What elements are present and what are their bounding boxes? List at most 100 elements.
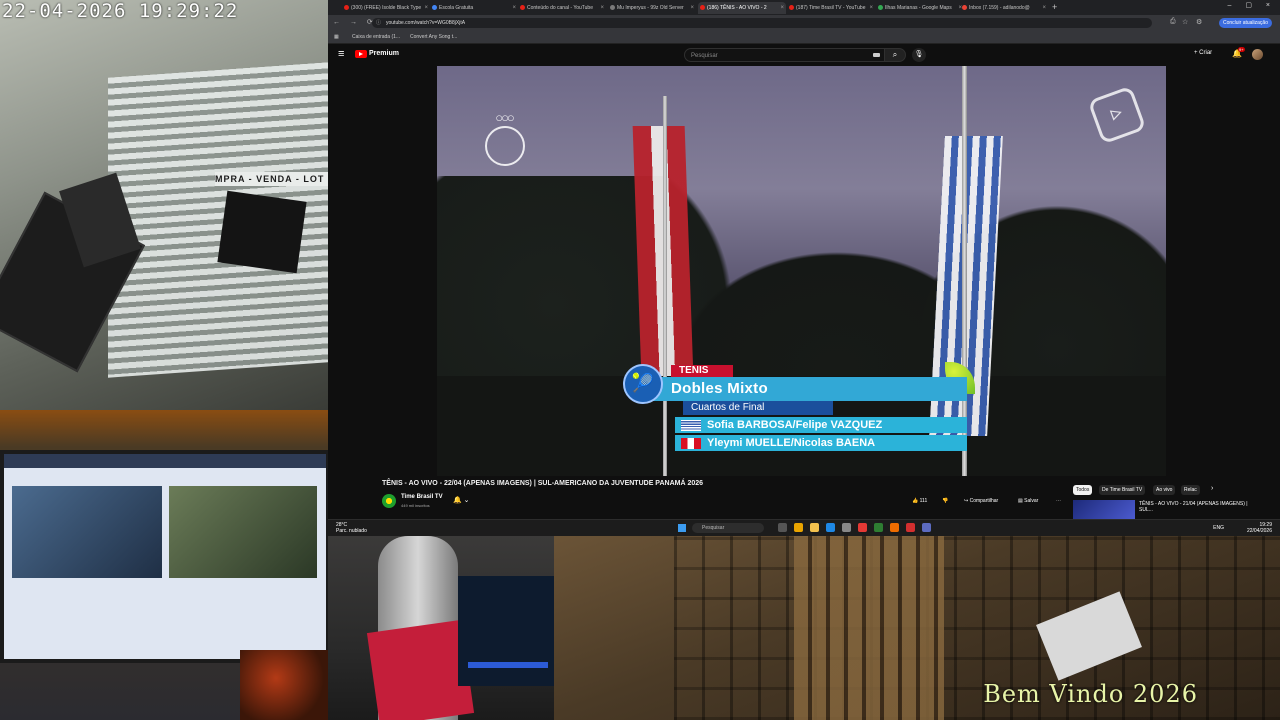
app-icon[interactable] xyxy=(874,523,883,532)
new-tab-icon[interactable]: + xyxy=(1050,2,1064,14)
browser-tab[interactable]: Conteúdo do canal - YouTube × xyxy=(518,2,606,14)
share-button[interactable]: ↪ Compartilhar xyxy=(964,495,998,508)
like-button[interactable]: 👍 111 xyxy=(912,495,927,508)
nav-buttons[interactable]: ← → ⟳ xyxy=(333,18,377,26)
close-tab-icon[interactable]: × xyxy=(512,2,516,14)
close-tab-icon[interactable]: × xyxy=(780,2,784,14)
browser-tab[interactable]: Ilhas Marianas - Google Maps × xyxy=(876,2,964,14)
opera-icon[interactable] xyxy=(858,523,867,532)
favicon-icon xyxy=(432,5,437,10)
weather-desc: Parc. nublado xyxy=(336,528,367,534)
store-icon[interactable] xyxy=(842,523,851,532)
webcam-monitor-feed xyxy=(0,410,328,720)
save-label: Salvar xyxy=(1024,498,1039,504)
app-icon[interactable] xyxy=(922,523,931,532)
channel-name[interactable]: Time Brasil TV xyxy=(401,494,443,500)
monitor-video-left xyxy=(12,486,162,578)
search-input[interactable]: Pesquisar xyxy=(684,48,894,62)
filter-chip[interactable]: Todos xyxy=(1073,485,1093,495)
channel-avatar[interactable] xyxy=(382,494,396,508)
vlc-icon[interactable] xyxy=(890,523,899,532)
close-tab-icon[interactable]: × xyxy=(869,2,873,14)
tab-label: (187) Time Brasil TV - YouTube xyxy=(796,5,866,11)
close-tab-icon[interactable]: × xyxy=(424,2,428,14)
subscribe-bell-icon[interactable]: 🔔 ⌄ xyxy=(453,496,470,504)
plant xyxy=(240,650,328,720)
browser-tab-active[interactable]: (186) TÊNIS - AO VIVO - 2 × xyxy=(698,2,786,14)
tab-label: Escola Gratuita xyxy=(439,5,474,11)
system-clock[interactable]: 19:29 22/04/2026 xyxy=(1247,522,1272,534)
youtube-favicon-icon xyxy=(789,5,794,10)
recommended-title[interactable]: TÊNIS - AO VIVO - 21/04 (APENAS IMAGENS)… xyxy=(1139,501,1259,513)
language-indicator[interactable]: ENG xyxy=(1213,525,1224,531)
bookmark-star-icon[interactable]: ☆ xyxy=(1182,18,1188,26)
app-icon[interactable] xyxy=(906,523,915,532)
chrome-icon[interactable] xyxy=(794,523,803,532)
address-bar-row: ← → ⟳ youtube.com/watch?v=WG0B8jXjtA ⎙ ☆… xyxy=(328,15,1280,31)
like-count: 111 xyxy=(919,498,928,504)
recommendation-filters: Todos De Time Brasil TV Ao vivo Relac › xyxy=(1073,485,1223,496)
close-tab-icon[interactable]: × xyxy=(600,2,604,14)
file-explorer-icon[interactable] xyxy=(810,523,819,532)
filter-chip[interactable]: De Time Brasil TV xyxy=(1099,485,1146,495)
youtube-favicon-icon xyxy=(520,5,525,10)
filter-chip[interactable]: Relac xyxy=(1181,485,1200,495)
avatar[interactable] xyxy=(1252,49,1263,60)
save-button[interactable]: ▤ Salvar xyxy=(1018,495,1038,508)
cast-icon[interactable]: ⎙ xyxy=(1170,18,1176,26)
search-button[interactable]: ⌕ xyxy=(884,48,906,62)
browser-tab[interactable]: (300) (FREE) Isolde Black Type × xyxy=(342,2,430,14)
taskbar-search[interactable]: Pesquisar xyxy=(692,523,764,533)
browser-tab[interactable]: Mu Imperyus - 99z Old Server × xyxy=(608,2,696,14)
mic-icon[interactable]: 🎙 xyxy=(912,48,926,62)
create-label: Criar xyxy=(1199,50,1213,56)
url-field[interactable]: youtube.com/watch?v=WG0B8jXjtA xyxy=(372,18,1152,28)
browser-tab[interactable]: Escola Gratuita × xyxy=(430,2,518,14)
subscriber-count: 449 mil inscritos xyxy=(401,503,430,508)
youtube-header: ≡ Premium Pesquisar ⌕ 🎙 + Criar 🔔 9+ xyxy=(328,44,1280,66)
window-controls[interactable]: – ▢ × xyxy=(1228,1,1276,9)
task-view-icon[interactable] xyxy=(778,523,787,532)
tab-label: (186) TÊNIS - AO VIVO - 2 xyxy=(707,5,767,11)
monitor-video-right xyxy=(169,486,317,578)
secondary-monitor xyxy=(0,450,328,663)
extensions-icon[interactable]: ⚙ xyxy=(1196,18,1202,26)
bookmark-item[interactable]: Caixa de entrada (1... xyxy=(352,32,400,42)
update-button[interactable]: Concluir atualização xyxy=(1218,18,1272,28)
browser-tab[interactable]: (187) Time Brasil TV - YouTube × xyxy=(787,2,875,14)
close-tab-icon[interactable]: × xyxy=(690,2,694,14)
more-options-icon[interactable]: ⋯ xyxy=(1056,495,1061,508)
browser-tab[interactable]: Inbox (7.159) - adilanodo@ × xyxy=(960,2,1048,14)
video-player[interactable]: ○○○ ▷ 🎾 TENIS Dobles Mixto Cuartos de Fi… xyxy=(437,66,1166,476)
search-icon: ⌕ xyxy=(892,50,898,59)
share-icon: ↪ xyxy=(964,498,969,504)
store-sign: MPRA - VENDA - LOT xyxy=(215,172,328,186)
bookmark-item[interactable]: Convert Any Song t... xyxy=(410,32,457,42)
youtube-logo-icon[interactable] xyxy=(355,50,367,58)
windows-start-icon[interactable] xyxy=(678,524,686,532)
notification-badge: 9+ xyxy=(1238,47,1245,52)
apps-icon[interactable]: ▦ xyxy=(334,32,339,42)
recommended-video[interactable]: TÊNIS - AO VIVO - 21/04 (APENAS IMAGENS)… xyxy=(1073,500,1273,520)
uruguay-flag-icon xyxy=(681,420,701,431)
youtube-brand[interactable]: Premium xyxy=(369,50,399,57)
broadcaster-logo-icon: ▷ xyxy=(1087,85,1147,145)
favicon-icon xyxy=(610,5,615,10)
welcome-overlay: Bem Vindo 2026 xyxy=(983,680,1198,708)
edge-icon[interactable] xyxy=(826,523,835,532)
create-button[interactable]: + Criar xyxy=(1194,50,1212,56)
video-thumbnail[interactable] xyxy=(1073,500,1135,520)
close-tab-icon[interactable]: × xyxy=(1042,2,1046,14)
room-camera-feed xyxy=(328,536,554,720)
filter-chip[interactable]: Ao vivo xyxy=(1153,485,1176,495)
keyboard-icon[interactable] xyxy=(873,53,880,57)
tab-label: Ilhas Marianas - Google Maps xyxy=(885,5,952,11)
sport-label: TENIS xyxy=(671,365,733,377)
dislike-icon[interactable]: 👎 xyxy=(942,495,948,508)
menu-icon[interactable]: ≡ xyxy=(338,48,344,60)
wooden-door xyxy=(794,536,944,720)
gmail-favicon-icon xyxy=(962,5,967,10)
weather-widget[interactable]: 28°C Parc. nublado xyxy=(336,522,367,534)
chevron-right-icon[interactable]: › xyxy=(1211,485,1213,492)
youtube-favicon-icon xyxy=(344,5,349,10)
